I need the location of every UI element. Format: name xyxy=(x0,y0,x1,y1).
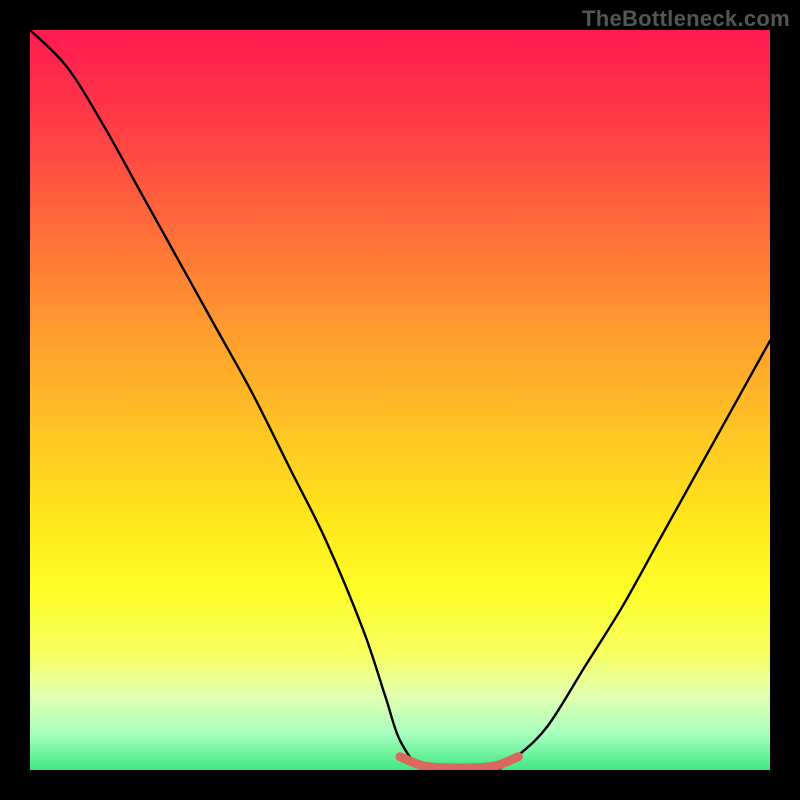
plot-area xyxy=(30,30,770,770)
bottleneck-highlight-path xyxy=(400,757,518,768)
chart-frame: TheBottleneck.com xyxy=(0,0,800,800)
watermark-label: TheBottleneck.com xyxy=(582,6,790,32)
curve-svg xyxy=(30,30,770,770)
bottleneck-curve-path xyxy=(30,30,770,770)
